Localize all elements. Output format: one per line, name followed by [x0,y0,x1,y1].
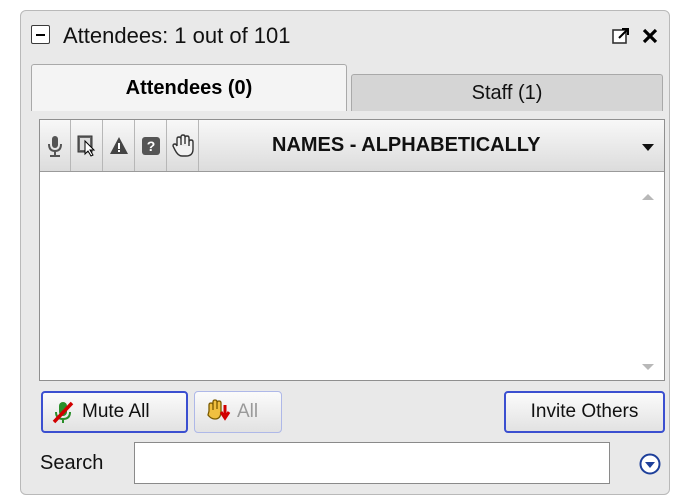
close-icon[interactable] [641,27,659,45]
tab-staff[interactable]: Staff (1) [351,74,663,111]
attendee-list[interactable]: ? NAMES - ALPHABETICALLY [39,119,665,381]
search-label: Search [40,452,104,474]
attendees-panel: Attendees: 1 out of 101 Attendees (0) St… [20,10,670,495]
question-icon[interactable]: ? [136,120,167,171]
lower-hand-icon [207,399,231,421]
search-options-icon[interactable] [639,453,661,475]
microphone-icon[interactable] [40,120,71,171]
collapse-button[interactable] [31,25,50,44]
scroll-up-icon[interactable] [641,192,655,202]
warning-icon[interactable] [104,120,135,171]
invite-others-button[interactable]: Invite Others [504,391,665,433]
screen-share-icon[interactable] [72,120,103,171]
lower-all-label: All [237,401,259,422]
list-header: ? NAMES - ALPHABETICALLY [40,120,664,172]
svg-text:?: ? [147,138,156,154]
panel-title: Attendees: 1 out of 101 [63,23,291,48]
sort-label[interactable]: NAMES - ALPHABETICALLY [272,134,541,157]
mute-all-button[interactable]: Mute All [41,391,188,433]
lower-all-hands-button[interactable]: All [194,391,282,433]
mute-all-label: Mute All [82,401,150,422]
popout-icon[interactable] [612,27,630,45]
panel-titlebar: Attendees: 1 out of 101 [21,11,669,61]
search-input[interactable] [134,442,610,484]
sort-dropdown-icon[interactable] [641,142,655,152]
raise-hand-icon[interactable] [168,120,199,171]
mute-icon [52,401,74,424]
scroll-down-icon[interactable] [641,362,655,372]
tab-attendees[interactable]: Attendees (0) [31,64,347,111]
